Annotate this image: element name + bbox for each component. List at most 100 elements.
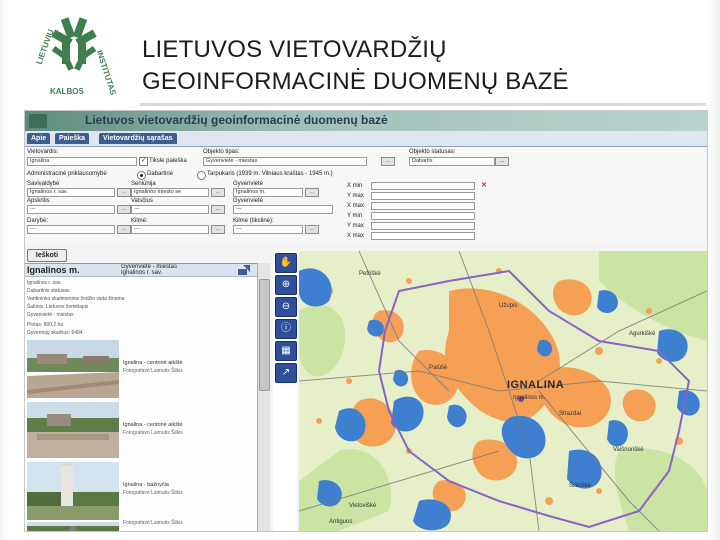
tiksle-paieska-label: Tiksle paieška [149, 158, 187, 164]
info-panel-scrollbar[interactable] [257, 263, 270, 531]
dabartine-label: Dabartinė [147, 171, 174, 177]
photo-credit: Fotografavo Laimutis Šilkis [123, 430, 183, 436]
xmax2-input[interactable] [371, 232, 475, 240]
zoom-in-icon[interactable]: ⊕ [275, 275, 297, 295]
info-icon[interactable]: ⓘ [275, 319, 297, 339]
tab-vietovardziu-sarasas[interactable]: Vietovardžių sąrašas [99, 133, 177, 144]
seniunija-select[interactable]: Ignalinos miesto se [131, 188, 209, 197]
ymax2-input[interactable] [371, 222, 475, 230]
objekto-statusas-dropdown-button[interactable]: ... [495, 157, 509, 166]
admin-label: Administracinė priklausomybė [27, 171, 107, 177]
zoom-out-icon[interactable]: ⊖ [275, 297, 297, 317]
photo-caption: Ignalina - centrinė aikštė [123, 360, 183, 366]
map-city-label: IGNALINA [507, 379, 565, 391]
logo-text-bottom: KALBOS [50, 87, 84, 96]
ymax2-label: Y max [347, 223, 364, 229]
savivaldybe-label: Savivaldybė [27, 181, 60, 187]
kilme-tiksline-dropdown-button[interactable]: ... [305, 225, 319, 234]
savivaldybe-select[interactable]: Ignalinos r. sav. [27, 188, 115, 197]
clear-coordinates-icon[interactable]: ✕ [481, 181, 487, 189]
tab-apie[interactable]: Apie [27, 133, 51, 144]
apskritis-select[interactable]: --- [27, 205, 115, 214]
xmin-label: X min [347, 183, 363, 189]
xmax-input[interactable] [371, 202, 475, 210]
result-photo[interactable] [27, 522, 119, 531]
kilme-dropdown-button[interactable]: ... [211, 225, 225, 234]
map-view[interactable]: IGNALINA Ignalinos m. Petriškė Užupis Va… [299, 251, 707, 531]
tab-bar: Apie Paieška Vietovardžių sąrašas [25, 131, 707, 147]
objekto-tipas-select[interactable]: Gyvenvietė - miestas [203, 157, 367, 166]
kilme-label: Kilmė: [131, 218, 148, 224]
ieskoti-button[interactable]: Ieškoti [27, 249, 67, 262]
xmin-input[interactable] [371, 182, 475, 190]
tab-paieska[interactable]: Paieška [55, 133, 90, 144]
objekto-tipas-dropdown-button[interactable]: ... [381, 157, 395, 166]
institute-logo: LIETUVIŲ KALBOS INSTITUTAS [18, 14, 130, 104]
logo-text-right: INSTITUTAS [95, 49, 118, 97]
full-extent-icon[interactable]: ▦ [275, 341, 297, 361]
banner-logo-icon [29, 114, 47, 128]
result-info-line: Plotas: 800.2 ha [27, 322, 64, 328]
photo-caption: Ignalina - centrinė aikštė [123, 422, 183, 428]
scrollbar-thumb[interactable] [259, 279, 270, 391]
app-banner: Lietuvos vietovardžių geoinformacinė duo… [25, 111, 707, 131]
slide-title-line1: LIETUVOS VIETOVARDŽIŲ [142, 36, 447, 63]
seniunija-dropdown-button[interactable]: ... [211, 188, 225, 197]
app-screenshot: Lietuvos vietovardžių geoinformacinė duo… [24, 110, 708, 532]
apskritis-dropdown-button[interactable]: ... [117, 205, 131, 214]
objekto-tipas-label: Objekto tipas: [203, 149, 240, 155]
vietovardis-label: Vietovardis: [27, 149, 59, 155]
result-photo[interactable] [27, 340, 119, 398]
xmax-label: X max [347, 203, 365, 209]
slide-title-line2: GEOINFORMACINĖ DUOMENŲ BAZĖ [142, 68, 569, 95]
map-place-label: Palūšė [429, 365, 448, 371]
slide-edge-right [706, 0, 720, 540]
title-divider [140, 103, 706, 106]
darybe-dropdown-button[interactable]: ... [117, 225, 131, 234]
gyvenviete2-select[interactable]: --- [233, 205, 333, 214]
darybe-select[interactable]: --- [27, 225, 115, 234]
apskritis-label: Apskritis [27, 198, 50, 204]
map-city-sublabel: Ignalinos m. [513, 395, 546, 401]
kilme-tiksline-select[interactable]: --- [233, 225, 303, 234]
ymax-input[interactable] [371, 192, 475, 200]
measure-icon[interactable]: ↗ [275, 363, 297, 383]
locate-on-map-icon[interactable] [237, 265, 251, 276]
darybe-label: Darybė: [27, 218, 49, 224]
result-info-line: Vardininko skaitmeninis žodžio vieta žin… [27, 296, 125, 302]
vietovardis-input[interactable]: Ignalina [27, 157, 137, 166]
map-place-label: Vietoviškė [349, 503, 377, 509]
tarpukaris-radio[interactable] [197, 171, 206, 180]
gyvenviete-dropdown-button[interactable]: ... [305, 188, 319, 197]
photo-credit: Fotografavo Laimutis Šilkis [123, 490, 183, 496]
result-municipality-label: Ignalinos r. sav. [121, 270, 163, 276]
pan-hand-icon[interactable]: ✋ [275, 253, 297, 273]
gyvenviete-select[interactable]: Ignalinos m. [233, 188, 303, 197]
valscius-label: Valsčius [131, 198, 153, 204]
map-place-label: Vaišnoriškė [613, 447, 644, 453]
valscius-dropdown-button[interactable]: ... [211, 205, 225, 214]
savivaldybe-dropdown-button[interactable]: ... [117, 188, 131, 197]
tiksle-paieska-checkbox[interactable]: ✓ [139, 157, 148, 166]
result-photo[interactable] [27, 402, 119, 458]
slide-edge-left [0, 0, 6, 540]
institute-logo-mark: LIETUVIŲ KALBOS INSTITUTAS [35, 17, 118, 97]
map-canvas[interactable] [299, 251, 707, 531]
map-place-label: Agurkiškė [629, 331, 656, 337]
valscius-select[interactable]: --- [131, 205, 209, 214]
kilme-select[interactable]: --- [131, 225, 209, 234]
ymin-label: Y min [347, 213, 363, 219]
dabartine-radio[interactable] [137, 171, 146, 180]
result-info-line: Dabartinis statusas [27, 288, 70, 294]
result-info-line: Šaltinis: Lietuvos žemėlapis [27, 304, 89, 310]
search-form: Vietovardis: Ignalina ✓ Tiksle paieška O… [25, 147, 707, 245]
objekto-statusas-select[interactable]: Dabartis [409, 157, 495, 166]
objekto-statusas-label: Objekto statusas: [409, 149, 456, 155]
gyvenviete2-label: Gyvenvietė [233, 198, 264, 204]
photo-credit: Fotografavo Laimutis Šilkis [123, 520, 183, 526]
result-photo[interactable] [27, 462, 119, 520]
map-place-label: Strazdai [559, 411, 582, 417]
map-place-label: Užupis [499, 303, 518, 309]
ymin-input[interactable] [371, 212, 475, 220]
map-place-label: Antiguos [329, 519, 353, 525]
